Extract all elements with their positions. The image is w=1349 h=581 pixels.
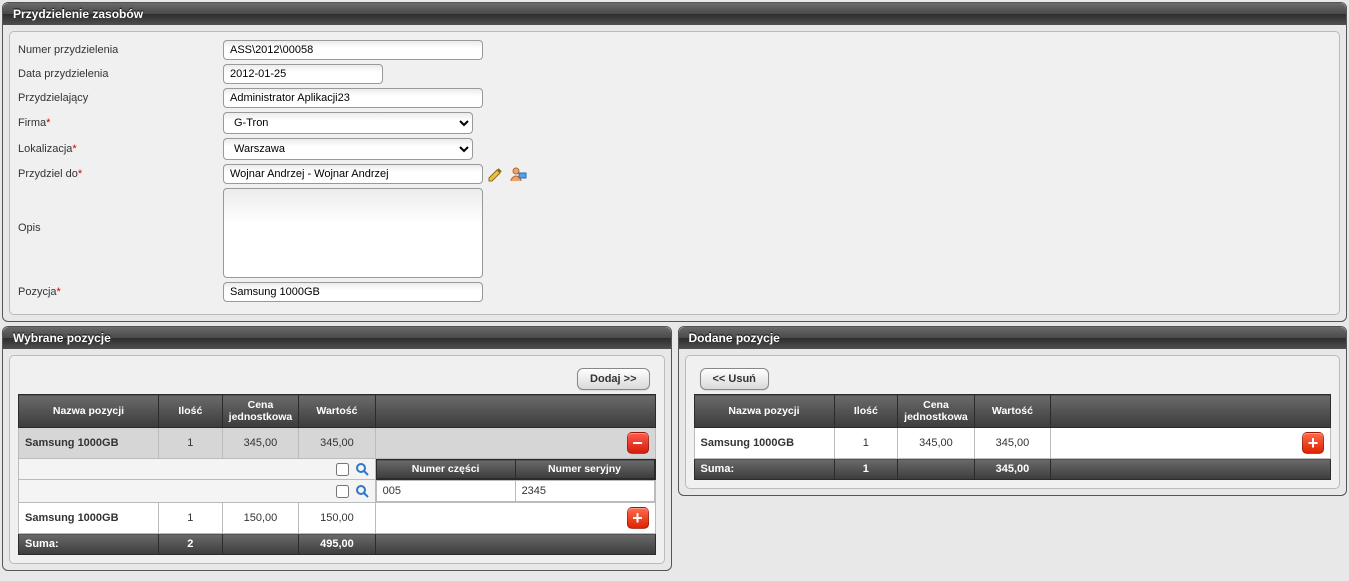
cell-serialno: 2345 <box>515 481 654 502</box>
cell-price: 345,00 <box>222 428 299 459</box>
added-items-panel: Dodane pozycje << Usuń Nazwa pozycji Ilo… <box>678 326 1348 496</box>
added-items-table: Nazwa pozycji Ilość Cena jednostkowa War… <box>694 394 1332 480</box>
input-assign-to[interactable] <box>223 164 483 184</box>
table-row[interactable]: Samsung 1000GB 1 150,00 150,00 + <box>19 503 656 534</box>
cell-value: 345,00 <box>974 428 1050 459</box>
col-partno[interactable]: Numer części <box>376 460 515 479</box>
select-location[interactable]: Warszawa <box>223 138 473 160</box>
added-items-header: Dodane pozycje <box>679 327 1347 349</box>
input-assigner[interactable] <box>223 88 483 108</box>
cell-price: 150,00 <box>222 503 299 534</box>
add-button[interactable]: Dodaj >> <box>577 368 649 390</box>
col-action <box>375 395 655 428</box>
cell-qty: 1 <box>159 428 223 459</box>
remove-row-icon[interactable]: − <box>627 432 649 454</box>
edit-icon[interactable] <box>487 165 505 183</box>
add-row-icon[interactable]: + <box>627 507 649 529</box>
col-qty[interactable]: Ilość <box>834 395 898 428</box>
add-row-icon[interactable]: + <box>1302 432 1324 454</box>
selected-items-panel: Wybrane pozycje Dodaj >> Nazwa pozycji I… <box>2 326 672 571</box>
input-date[interactable] <box>223 64 383 84</box>
cell-name: Samsung 1000GB <box>19 503 159 534</box>
label-desc: Opis <box>18 188 223 234</box>
table-row[interactable]: Samsung 1000GB 1 345,00 345,00 + <box>694 428 1331 459</box>
col-unitprice[interactable]: Cena jednostkowa <box>222 395 299 428</box>
selected-items-table: Nazwa pozycji Ilość Cena jednostkowa War… <box>18 394 656 555</box>
allocation-form: Numer przydzielenia Data przydzielenia P… <box>9 31 1340 315</box>
added-items-body: << Usuń Nazwa pozycji Ilość Cena jednost… <box>685 355 1341 489</box>
magnifier-icon[interactable] <box>355 462 369 476</box>
col-value[interactable]: Wartość <box>299 395 375 428</box>
input-number[interactable] <box>223 40 483 60</box>
cell-name: Samsung 1000GB <box>19 428 159 459</box>
col-unitprice[interactable]: Cena jednostkowa <box>898 395 975 428</box>
cell-partno: 005 <box>376 481 515 502</box>
detail-row-checkbox[interactable] <box>336 485 349 498</box>
sum-row: Suma: 2 495,00 <box>19 534 656 555</box>
table-row[interactable]: Samsung 1000GB 1 345,00 345,00 − <box>19 428 656 459</box>
label-location: Lokalizacja* <box>18 143 223 155</box>
selected-items-header: Wybrane pozycje <box>3 327 671 349</box>
textarea-desc[interactable] <box>223 188 483 278</box>
allocation-panel-header: Przydzielenie zasobów <box>3 3 1346 25</box>
col-qty[interactable]: Ilość <box>159 395 223 428</box>
cell-value: 345,00 <box>299 428 375 459</box>
col-action <box>1051 395 1331 428</box>
col-name[interactable]: Nazwa pozycji <box>19 395 159 428</box>
cell-price: 345,00 <box>898 428 975 459</box>
col-value[interactable]: Wartość <box>974 395 1050 428</box>
allocation-panel: Przydzielenie zasobów Numer przydzieleni… <box>2 2 1347 322</box>
label-company: Firma* <box>18 117 223 129</box>
detail-checkbox[interactable] <box>336 463 349 476</box>
label-assigner: Przydzielający <box>18 92 223 104</box>
detail-row: 005 2345 <box>19 480 656 503</box>
cell-name: Samsung 1000GB <box>694 428 834 459</box>
selected-items-body: Dodaj >> Nazwa pozycji Ilość Cena jednos… <box>9 355 665 564</box>
label-number: Numer przydzielenia <box>18 44 223 56</box>
select-company[interactable]: G-Tron <box>223 112 473 134</box>
user-lookup-icon[interactable] <box>509 165 527 183</box>
label-position: Pozycja* <box>18 286 223 298</box>
col-name[interactable]: Nazwa pozycji <box>694 395 834 428</box>
cell-qty: 1 <box>159 503 223 534</box>
col-serialno[interactable]: Numer seryjny <box>515 460 654 479</box>
input-position[interactable] <box>223 282 483 302</box>
remove-button[interactable]: << Usuń <box>700 368 769 390</box>
magnifier-icon[interactable] <box>355 484 369 498</box>
label-date: Data przydzielenia <box>18 68 223 80</box>
cell-qty: 1 <box>834 428 898 459</box>
cell-value: 150,00 <box>299 503 375 534</box>
sum-row: Suma: 1 345,00 <box>694 459 1331 480</box>
label-assign-to: Przydziel do* <box>18 168 223 180</box>
